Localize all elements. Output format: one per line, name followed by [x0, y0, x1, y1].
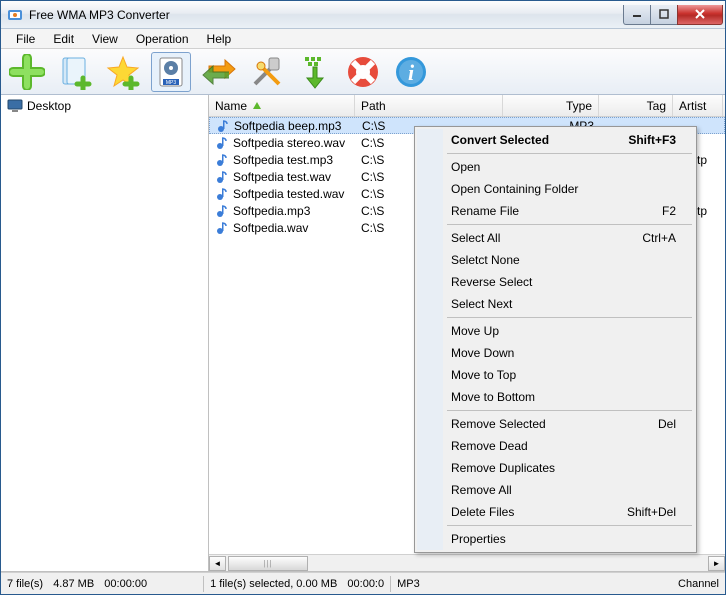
music-icon — [215, 136, 229, 150]
music-icon — [215, 204, 229, 218]
sort-asc-icon — [251, 100, 263, 112]
cm-select-next[interactable]: Select Next — [417, 293, 694, 315]
file-name: Softpedia tested.wav — [233, 187, 344, 201]
col-artist[interactable]: Artist — [673, 95, 723, 116]
add-folder-icon[interactable] — [55, 52, 95, 92]
col-tag[interactable]: Tag — [599, 95, 673, 116]
status-sel-duration: 00:00:0 — [347, 578, 384, 590]
list-header: Name Path Type Tag Artist — [209, 95, 725, 117]
cm-move-up[interactable]: Move Up — [417, 320, 694, 342]
menu-view[interactable]: View — [83, 30, 127, 48]
status-selected: 1 file(s) selected, 0.00 MB — [210, 578, 337, 590]
maximize-button[interactable] — [650, 5, 678, 25]
music-icon — [215, 187, 229, 201]
scroll-left-button[interactable]: ◄ — [209, 556, 226, 571]
music-icon — [215, 221, 229, 235]
col-name[interactable]: Name — [209, 95, 355, 116]
menu-file[interactable]: File — [7, 30, 44, 48]
cm-convert-selected[interactable]: Convert SelectedShift+F3 — [417, 129, 694, 151]
cm-remove-selected[interactable]: Remove SelectedDel — [417, 413, 694, 435]
file-name: Softpedia.mp3 — [233, 204, 310, 218]
status-format: MP3 — [397, 578, 420, 590]
cm-remove-duplicates[interactable]: Remove Duplicates — [417, 457, 694, 479]
music-icon — [215, 153, 229, 167]
cm-move-down[interactable]: Move Down — [417, 342, 694, 364]
download-icon[interactable] — [295, 52, 335, 92]
status-duration: 00:00:00 — [104, 578, 147, 590]
titlebar: Free WMA MP3 Converter — [1, 1, 725, 29]
folder-tree[interactable]: Desktop — [1, 95, 209, 571]
cm-rename[interactable]: Rename FileF2 — [417, 200, 694, 222]
minimize-button[interactable] — [623, 5, 651, 25]
close-button[interactable] — [677, 5, 723, 25]
file-name: Softpedia test.wav — [233, 170, 331, 184]
cm-remove-all[interactable]: Remove All — [417, 479, 694, 501]
cm-select-all[interactable]: Select AllCtrl+A — [417, 227, 694, 249]
music-icon — [215, 170, 229, 184]
file-name: Softpedia beep.mp3 — [234, 119, 341, 133]
file-name: Softpedia.wav — [233, 221, 308, 235]
window-controls — [624, 5, 723, 25]
tree-label: Desktop — [27, 99, 71, 113]
window-title: Free WMA MP3 Converter — [29, 8, 624, 22]
menubar: File Edit View Operation Help — [1, 29, 725, 49]
info-icon[interactable]: i — [391, 52, 431, 92]
file-name: Softpedia test.mp3 — [233, 153, 333, 167]
add-icon[interactable] — [7, 52, 47, 92]
cm-move-bottom[interactable]: Move to Bottom — [417, 386, 694, 408]
scroll-right-button[interactable]: ► — [708, 556, 725, 571]
favorite-icon[interactable] — [103, 52, 143, 92]
menu-operation[interactable]: Operation — [127, 30, 198, 48]
cm-open-folder[interactable]: Open Containing Folder — [417, 178, 694, 200]
status-separator — [390, 576, 391, 592]
col-path[interactable]: Path — [355, 95, 503, 116]
status-channel: Channel — [678, 578, 719, 590]
statusbar: 7 file(s) 4.87 MB 00:00:00 1 file(s) sel… — [1, 572, 725, 594]
cm-remove-dead[interactable]: Remove Dead — [417, 435, 694, 457]
cm-open[interactable]: Open — [417, 156, 694, 178]
cm-separator — [447, 153, 692, 154]
app-icon — [7, 7, 23, 23]
status-file-count: 7 file(s) — [7, 578, 43, 590]
status-separator — [203, 576, 204, 592]
cm-reverse-select[interactable]: Reverse Select — [417, 271, 694, 293]
cm-delete-files[interactable]: Delete FilesShift+Del — [417, 501, 694, 523]
desktop-icon — [7, 99, 23, 113]
cm-separator — [447, 525, 692, 526]
context-menu: Convert SelectedShift+F3 Open Open Conta… — [414, 126, 697, 553]
scroll-thumb[interactable]: ||| — [228, 556, 308, 571]
help-ring-icon[interactable] — [343, 52, 383, 92]
menu-help[interactable]: Help — [198, 30, 241, 48]
cm-properties[interactable]: Properties — [417, 528, 694, 550]
file-name: Softpedia stereo.wav — [233, 136, 345, 150]
cm-separator — [447, 224, 692, 225]
convert-icon[interactable] — [199, 52, 239, 92]
menu-edit[interactable]: Edit — [44, 30, 83, 48]
music-icon — [216, 119, 230, 133]
status-size: 4.87 MB — [53, 578, 94, 590]
cm-separator — [447, 410, 692, 411]
horizontal-scrollbar[interactable]: ◄ ||| ► — [209, 554, 725, 571]
tree-item-desktop[interactable]: Desktop — [3, 97, 206, 115]
settings-icon[interactable] — [247, 52, 287, 92]
mp3-doc-icon[interactable]: MP3 — [151, 52, 191, 92]
cm-select-none[interactable]: Seletct None — [417, 249, 694, 271]
toolbar: MP3 i — [1, 49, 725, 95]
cm-separator — [447, 317, 692, 318]
svg-text:i: i — [408, 60, 415, 85]
col-type[interactable]: Type — [503, 95, 599, 116]
svg-text:MP3: MP3 — [166, 80, 177, 86]
cm-move-top[interactable]: Move to Top — [417, 364, 694, 386]
